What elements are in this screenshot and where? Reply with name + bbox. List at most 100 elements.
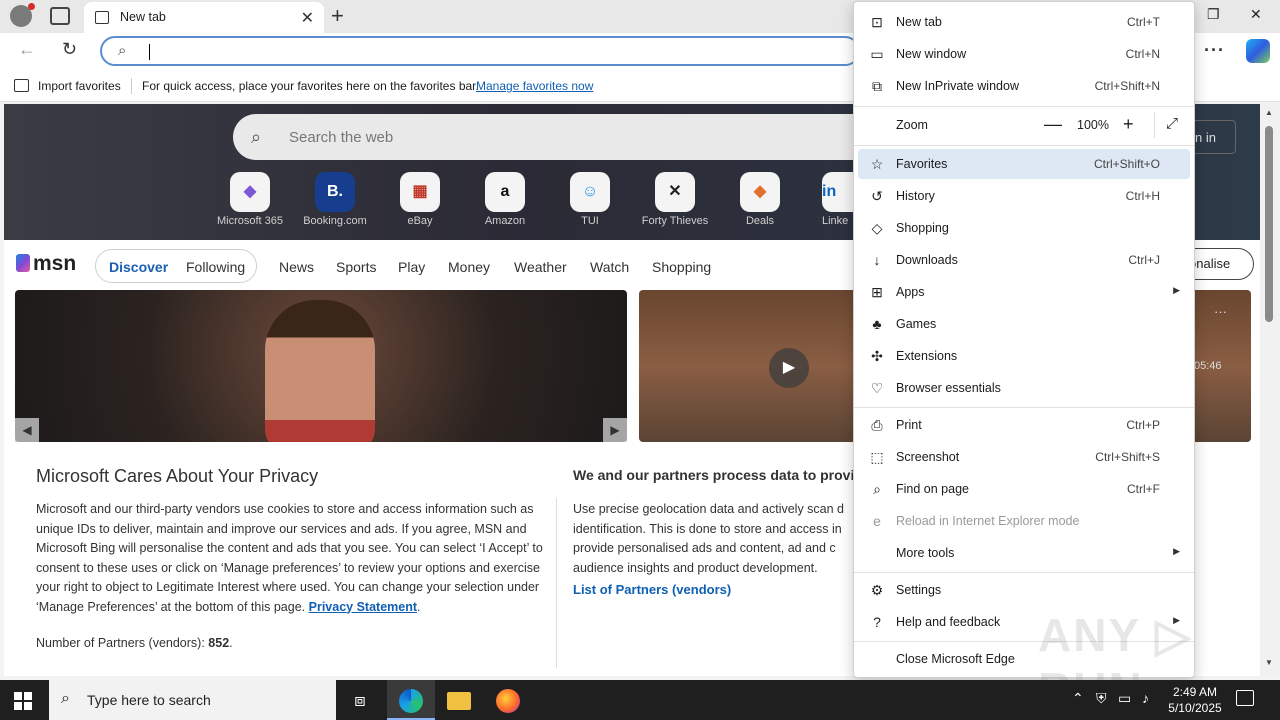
menu-item-shopping[interactable]: ◇ Shopping <box>858 213 1190 243</box>
edge-taskbar-icon[interactable] <box>387 680 435 720</box>
msn-logo[interactable]: msn <box>16 252 76 276</box>
msn-nav-sports[interactable]: Sports <box>336 259 376 275</box>
msn-nav-weather[interactable]: Weather <box>514 259 567 275</box>
tab-actions-icon[interactable] <box>50 7 70 25</box>
settings-and-more-button[interactable]: ··· <box>1204 40 1225 61</box>
menu-item-label: Apps <box>896 285 925 299</box>
feed-toggle: Discover Following <box>95 249 257 283</box>
msn-nav-play[interactable]: Play <box>398 259 425 275</box>
msn-nav-money[interactable]: Money <box>448 259 490 275</box>
notification-center-icon[interactable] <box>1236 690 1254 706</box>
security-tray-icon[interactable]: ⛨ <box>1096 690 1107 707</box>
shopping-tag-icon: ◇ <box>871 220 883 236</box>
menu-item-games[interactable]: ♣ Games <box>858 309 1190 339</box>
submenu-arrow-icon: ▶ <box>1173 285 1180 295</box>
quick-link-label: Booking.com <box>303 215 367 227</box>
tab-discover[interactable]: Discover <box>109 259 168 275</box>
menu-item-new-tab[interactable]: ⊡ New tab Ctrl+T <box>858 7 1190 37</box>
privacy-statement-link[interactable]: Privacy Statement <box>309 600 417 614</box>
quick-link-label: Deals <box>745 215 775 227</box>
carousel-prev-icon[interactable]: ◀ <box>15 418 39 442</box>
quick-link-tile[interactable]: a Amazon <box>465 172 545 227</box>
menu-item-label: Find on page <box>896 482 969 496</box>
taskbar-search-box[interactable]: ⌕ Type here to search <box>49 680 336 720</box>
purposes-title: We and our partners process data to prov… <box>573 467 876 483</box>
partners-list-link[interactable]: List of Partners (vendors) <box>573 582 731 597</box>
address-bar[interactable]: ⌕ <box>100 36 860 66</box>
quick-link-tile[interactable]: ◆ Microsoft 365 <box>210 172 290 227</box>
menu-item-apps[interactable]: ⊞ Apps ▶ <box>858 277 1190 307</box>
restore-window-icon[interactable]: ❐ <box>1207 6 1220 23</box>
tab-close-icon[interactable]: ✕ <box>301 8 314 28</box>
msn-nav-news[interactable]: News <box>279 259 314 275</box>
menu-shortcut: Ctrl+Shift+N <box>1094 79 1160 93</box>
copilot-icon[interactable] <box>1246 39 1270 63</box>
back-arrow-icon[interactable]: ← <box>18 39 36 60</box>
firefox-taskbar-icon[interactable] <box>484 680 532 720</box>
tab-following[interactable]: Following <box>186 259 245 275</box>
menu-item-favorites[interactable]: ☆ Favorites Ctrl+Shift+O <box>858 149 1190 179</box>
show-hidden-icons-icon[interactable]: ⌃ <box>1072 690 1084 707</box>
fullscreen-icon[interactable]: ⤢ <box>1166 115 1178 132</box>
page-scrollbar[interactable]: ▲ ▼ <box>1260 104 1280 676</box>
scroll-up-icon[interactable]: ▲ <box>1265 108 1273 117</box>
task-view-icon[interactable]: ⧈ <box>336 680 384 720</box>
menu-item-label: Screenshot <box>896 450 960 464</box>
menu-separator <box>854 106 1194 107</box>
games-icon: ♣ <box>872 316 882 332</box>
new-window-icon: ▭ <box>870 46 884 62</box>
msn-nav-shopping[interactable]: Shopping <box>652 259 711 275</box>
menu-item-new-window[interactable]: ▭ New window Ctrl+N <box>858 39 1190 69</box>
volume-icon[interactable]: ♪ <box>1142 690 1149 706</box>
msn-butterfly-icon <box>16 254 30 272</box>
menu-shortcut: Ctrl+J <box>1128 253 1160 267</box>
menu-item-extensions[interactable]: ✣ Extensions <box>858 341 1190 371</box>
scroll-thumb[interactable] <box>1265 126 1273 322</box>
zoom-out-button[interactable]: — <box>1044 114 1062 135</box>
menu-item-browser-essentials[interactable]: ♡ Browser essentials <box>858 373 1190 403</box>
menu-item-label: Browser essentials <box>896 381 1001 395</box>
web-search-box[interactable]: ⌕ Search the web <box>233 114 893 160</box>
zoom-in-button[interactable]: + <box>1123 114 1134 135</box>
close-window-icon[interactable]: ✕ <box>1250 6 1262 23</box>
quick-link-tile[interactable]: ☺ TUI <box>550 172 630 227</box>
card-menu-icon[interactable]: ··· <box>1214 304 1227 319</box>
refresh-icon[interactable]: ↻ <box>62 39 77 60</box>
menu-item-more-tools[interactable]: More tools ▶ <box>858 538 1190 568</box>
menu-item-new-inprivate-window[interactable]: ⧉ New InPrivate window Ctrl+Shift+N <box>858 71 1190 101</box>
quick-link-tile[interactable]: ✕ Forty Thieves <box>635 172 715 227</box>
submenu-arrow-icon: ▶ <box>1173 546 1180 556</box>
menu-item-label: Print <box>896 418 922 432</box>
profile-avatar[interactable] <box>10 3 35 27</box>
menu-item-label: Downloads <box>896 253 958 267</box>
network-icon[interactable]: ▭ <box>1118 690 1131 707</box>
file-explorer-icon[interactable] <box>435 680 483 720</box>
import-favorites-button[interactable]: Import favorites <box>38 79 121 93</box>
play-icon[interactable]: ▶ <box>769 348 809 388</box>
manage-favorites-link[interactable]: Manage favorites now <box>476 79 593 93</box>
new-tab-button[interactable]: + <box>331 3 344 29</box>
partners-count: Number of Partners (vendors): 852. <box>36 636 233 650</box>
news-card-image[interactable] <box>15 290 627 442</box>
menu-item-find-on-page[interactable]: ⌕ Find on page Ctrl+F <box>858 474 1190 504</box>
windows-start-icon[interactable] <box>14 692 32 710</box>
system-clock[interactable]: 2:49 AM 5/10/2025 <box>1166 684 1224 716</box>
clock-time: 2:49 AM <box>1172 685 1218 699</box>
tab-new-tab[interactable]: New tab ✕ <box>84 2 324 33</box>
find-icon: ⌕ <box>873 481 881 497</box>
amazon-icon: a <box>485 172 525 212</box>
quick-link-tile[interactable]: in Linke <box>800 172 862 227</box>
video-duration: 05:46 <box>1194 360 1222 372</box>
menu-item-screenshot[interactable]: ⬚ Screenshot Ctrl+Shift+S <box>858 442 1190 472</box>
menu-item-label: Reload in Internet Explorer mode <box>896 514 1080 528</box>
menu-item-settings[interactable]: ⚙ Settings <box>858 575 1190 605</box>
carousel-next-icon[interactable]: ▶ <box>603 418 627 442</box>
menu-item-history[interactable]: ↺ History Ctrl+H <box>858 181 1190 211</box>
menu-separator <box>854 572 1194 573</box>
quick-link-tile[interactable]: B. Booking.com <box>295 172 375 227</box>
menu-item-downloads[interactable]: ↓ Downloads Ctrl+J <box>858 245 1190 275</box>
quick-link-tile[interactable]: ▦ eBay <box>380 172 460 227</box>
quick-link-tile[interactable]: ◆ Deals <box>720 172 800 227</box>
menu-item-print[interactable]: ⎙ Print Ctrl+P <box>858 410 1190 440</box>
msn-nav-watch[interactable]: Watch <box>590 259 629 275</box>
